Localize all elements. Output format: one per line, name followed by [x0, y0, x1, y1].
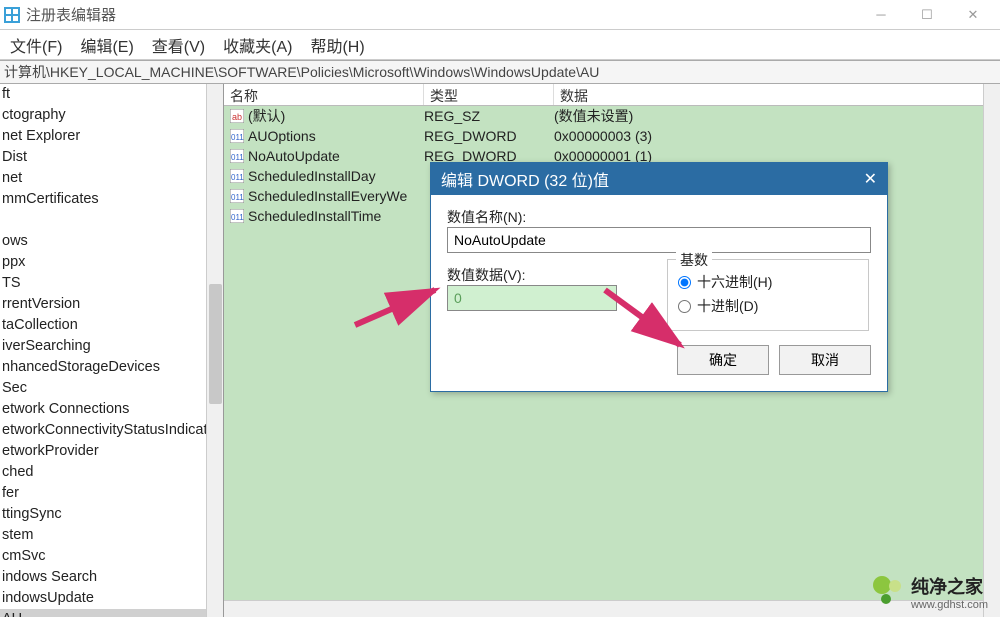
value-type-icon: 011: [230, 129, 244, 143]
tree-item[interactable]: Sec: [0, 378, 223, 399]
value-type-icon: 011: [230, 209, 244, 223]
tree-item[interactable]: etworkConnectivityStatusIndicator: [0, 420, 223, 441]
tree-item[interactable]: nhancedStorageDevices: [0, 357, 223, 378]
values-scrollbar-h[interactable]: [224, 600, 983, 617]
value-row[interactable]: 011 AUOptions REG_DWORD0x00000003 (3): [224, 126, 1000, 146]
radio-hex-input[interactable]: [678, 276, 691, 289]
value-name: AUOptions: [248, 128, 316, 144]
tree-item[interactable]: ched: [0, 462, 223, 483]
col-data[interactable]: 数据: [554, 84, 1000, 105]
tree-item[interactable]: net: [0, 168, 223, 189]
tree-item[interactable]: cmSvc: [0, 546, 223, 567]
value-type-icon: ab: [230, 109, 244, 123]
svg-text:011: 011: [231, 213, 244, 222]
tree-item[interactable]: ft: [0, 84, 223, 105]
tree-item[interactable]: mmCertificates: [0, 189, 223, 210]
svg-text:011: 011: [231, 193, 244, 202]
value-name: (默认): [248, 106, 285, 126]
tree-item[interactable]: rrentVersion: [0, 294, 223, 315]
menu-favorites[interactable]: 收藏夹(A): [219, 31, 296, 59]
value-data: 0x00000003 (3): [554, 128, 1000, 144]
value-type-icon: 011: [230, 149, 244, 163]
tree-item[interactable]: ttingSync: [0, 504, 223, 525]
col-type[interactable]: 类型: [424, 84, 554, 105]
window-title: 注册表编辑器: [26, 4, 116, 25]
col-name[interactable]: 名称: [224, 84, 424, 105]
name-label: 数值名称(N):: [447, 207, 871, 227]
minimize-button[interactable]: ─: [858, 0, 904, 30]
value-type-icon: 011: [230, 169, 244, 183]
tree-item[interactable]: indowsUpdate: [0, 588, 223, 609]
radio-dec-input[interactable]: [678, 300, 691, 313]
tree-pane[interactable]: ftctographynet ExplorerDistnetmmCertific…: [0, 84, 224, 617]
menubar: 文件(F) 编辑(E) 查看(V) 收藏夹(A) 帮助(H): [0, 30, 1000, 60]
value-name: NoAutoUpdate: [248, 148, 340, 164]
name-field[interactable]: [447, 227, 871, 253]
value-row[interactable]: ab (默认) REG_SZ(数值未设置): [224, 106, 1000, 126]
maximize-button[interactable]: ☐: [904, 0, 950, 30]
value-type: REG_SZ: [424, 108, 554, 124]
dialog-title: 编辑 DWORD (32 位)值: [441, 167, 609, 191]
value-name: ScheduledInstallEveryWe: [248, 188, 407, 204]
value-data: (数值未设置): [554, 106, 1000, 126]
tree-item[interactable]: taCollection: [0, 315, 223, 336]
watermark-url: www.gdhst.com: [911, 599, 988, 611]
tree-item[interactable]: Dist: [0, 147, 223, 168]
tree-item[interactable]: ppx: [0, 252, 223, 273]
base-group: 基数 十六进制(H) 十进制(D): [667, 259, 869, 331]
watermark-logo-icon: [873, 576, 905, 608]
address-bar[interactable]: 计算机\HKEY_LOCAL_MACHINE\SOFTWARE\Policies…: [0, 60, 1000, 84]
tree-item[interactable]: AU: [0, 609, 223, 617]
tree-item[interactable]: iverSearching: [0, 336, 223, 357]
cancel-button[interactable]: 取消: [779, 345, 871, 375]
data-label: 数值数据(V):: [447, 265, 637, 285]
close-button[interactable]: ✕: [950, 0, 996, 30]
tree-item[interactable]: etwork Connections: [0, 399, 223, 420]
address-text: 计算机\HKEY_LOCAL_MACHINE\SOFTWARE\Policies…: [4, 62, 599, 82]
base-label: 基数: [676, 250, 712, 270]
values-scrollbar-v[interactable]: [983, 84, 1000, 617]
tree-item[interactable]: ows: [0, 231, 223, 252]
edit-dword-dialog: 编辑 DWORD (32 位)值 ✕ 数值名称(N): 数值数据(V): 基数 …: [430, 162, 888, 392]
svg-text:011: 011: [231, 133, 244, 142]
svg-text:ab: ab: [232, 112, 242, 122]
value-name: ScheduledInstallDay: [248, 168, 376, 184]
radio-hex[interactable]: 十六进制(H): [678, 272, 858, 292]
tree-item[interactable]: fer: [0, 483, 223, 504]
svg-text:011: 011: [231, 173, 244, 182]
tree-item[interactable]: etworkProvider: [0, 441, 223, 462]
menu-view[interactable]: 查看(V): [148, 31, 209, 59]
tree-item[interactable]: ctography: [0, 105, 223, 126]
watermark-brand: 纯净之家: [911, 573, 988, 599]
dialog-close-icon[interactable]: ✕: [864, 169, 877, 189]
menu-file[interactable]: 文件(F): [6, 31, 66, 59]
app-icon: [4, 7, 20, 23]
dialog-titlebar[interactable]: 编辑 DWORD (32 位)值 ✕: [431, 163, 887, 195]
tree-item[interactable]: [0, 210, 223, 231]
tree-item[interactable]: TS: [0, 273, 223, 294]
menu-help[interactable]: 帮助(H): [306, 31, 368, 59]
column-headers: 名称 类型 数据: [224, 84, 1000, 106]
titlebar[interactable]: 注册表编辑器 ─ ☐ ✕: [0, 0, 1000, 30]
watermark: 纯净之家 www.gdhst.com: [873, 573, 988, 611]
tree-item[interactable]: net Explorer: [0, 126, 223, 147]
data-field[interactable]: [447, 285, 617, 311]
value-name: ScheduledInstallTime: [248, 208, 381, 224]
tree-item[interactable]: indows Search: [0, 567, 223, 588]
tree-scrollbar[interactable]: [206, 84, 223, 617]
tree-item[interactable]: stem: [0, 525, 223, 546]
ok-button[interactable]: 确定: [677, 345, 769, 375]
menu-edit[interactable]: 编辑(E): [76, 31, 137, 59]
radio-dec[interactable]: 十进制(D): [678, 296, 858, 316]
value-type-icon: 011: [230, 189, 244, 203]
value-type: REG_DWORD: [424, 128, 554, 144]
svg-text:011: 011: [231, 153, 244, 162]
